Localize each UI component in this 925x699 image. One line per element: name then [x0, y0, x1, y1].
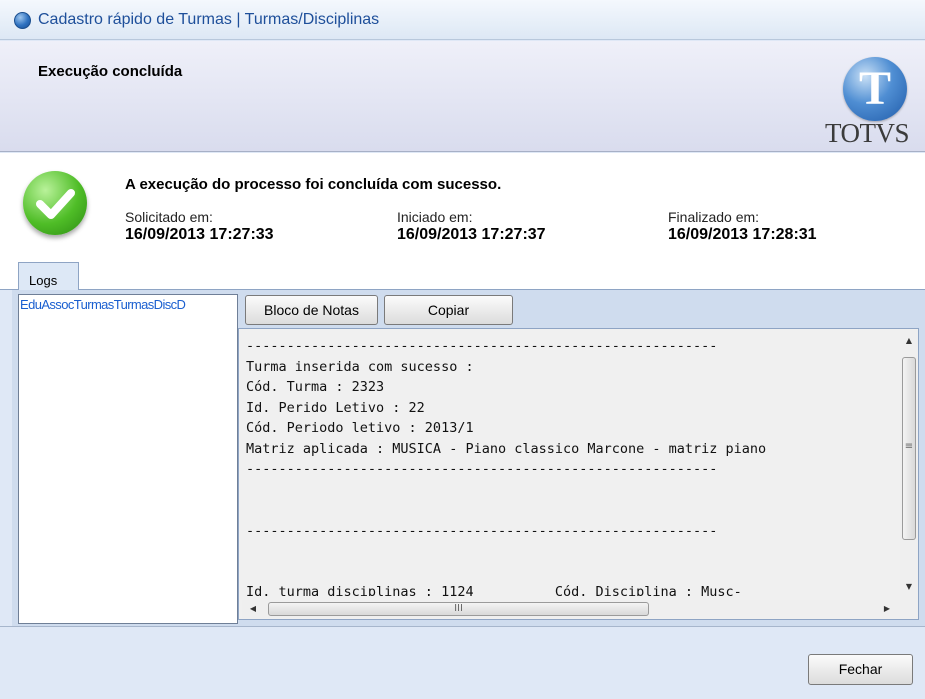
tab-strip — [0, 253, 925, 290]
footer-bar — [0, 626, 925, 699]
tab-logs[interactable]: Logs — [18, 262, 79, 291]
status-message: A execução do processo foi concluída com… — [125, 176, 502, 193]
window-title: Cadastro rápido de Turmas | Turmas/Disci… — [38, 11, 380, 28]
started-value: 16/09/2013 17:27:37 — [397, 226, 546, 243]
started-label: Iniciado em: — [397, 209, 473, 225]
grip-icon: ≡ — [904, 441, 914, 452]
list-item[interactable]: EduAssocTurmasTurmasDiscD — [19, 295, 237, 313]
grip-icon: III — [454, 603, 463, 614]
scroll-left-icon[interactable]: ◀ — [244, 600, 262, 618]
requested-label: Solicitado em: — [125, 209, 213, 225]
checkmark-icon — [36, 189, 75, 219]
notepad-button[interactable]: Bloco de Notas — [245, 295, 378, 325]
scroll-corner — [898, 600, 918, 618]
header-banner — [0, 41, 925, 152]
log-list[interactable] — [18, 294, 238, 624]
finished-label: Finalizado em: — [668, 209, 760, 225]
log-content: ----------------------------------------… — [246, 338, 767, 596]
finished-value: 16/09/2013 17:28:31 — [668, 226, 817, 243]
requested-value: 16/09/2013 17:27:33 — [125, 226, 274, 243]
scroll-right-icon[interactable]: ▶ — [878, 600, 896, 618]
globe-icon — [14, 12, 31, 29]
copy-button[interactable]: Copiar — [384, 295, 513, 325]
scroll-down-icon[interactable]: ▼ — [900, 578, 918, 596]
page-title: Execução concluída — [38, 63, 183, 80]
scroll-up-icon[interactable]: ▲ — [900, 332, 918, 350]
totvs-logo-letter: T — [858, 62, 891, 115]
close-button[interactable]: Fechar — [808, 654, 913, 685]
totvs-logo-text: TOTVS — [825, 118, 910, 148]
